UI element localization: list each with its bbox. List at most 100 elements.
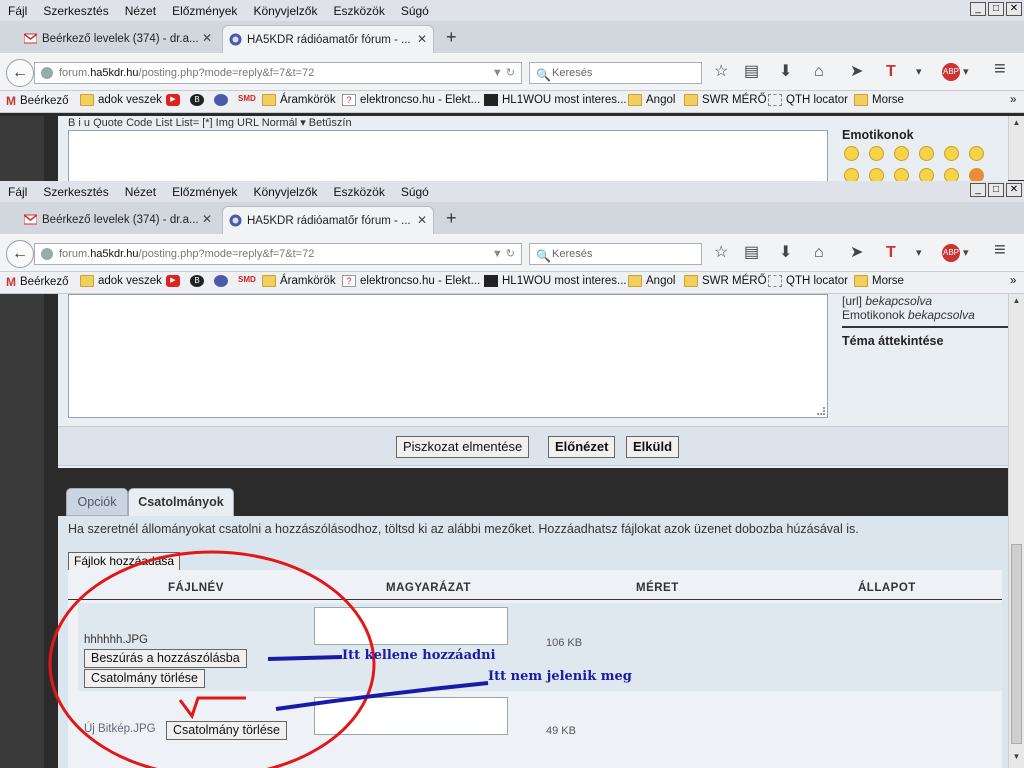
- bookmark-youtube[interactable]: ▶: [166, 275, 184, 287]
- reader-icon[interactable]: ▤: [744, 244, 759, 262]
- back-button[interactable]: ←: [6, 59, 34, 87]
- bookmark-b[interactable]: B: [190, 94, 208, 106]
- close-icon[interactable]: ✕: [417, 32, 427, 46]
- scroll-up-icon[interactable]: ▲: [1011, 296, 1022, 308]
- menu-file[interactable]: Fájl: [8, 185, 27, 199]
- chevron-down-icon[interactable]: ▾: [916, 63, 922, 81]
- insert-into-post-button[interactable]: Beszúrás a hozzászólásba: [84, 649, 247, 668]
- attachment-description-input[interactable]: [314, 607, 508, 645]
- delete-attachment-button[interactable]: Csatolmány törlése: [166, 721, 287, 740]
- new-tab-icon[interactable]: +: [446, 208, 457, 229]
- search-input[interactable]: 🔍 Keresés: [529, 243, 702, 265]
- send-icon[interactable]: ➤: [850, 244, 863, 262]
- bookmark-smd[interactable]: SMD: [238, 275, 260, 287]
- bookmark-ha5kdr[interactable]: [214, 275, 232, 287]
- close-button[interactable]: ✕: [1006, 183, 1022, 197]
- menu-edit[interactable]: Szerkesztés: [43, 4, 108, 18]
- minimize-button[interactable]: _: [970, 2, 986, 16]
- download-icon[interactable]: ⬇: [779, 63, 792, 81]
- bookmark-morse[interactable]: Morse: [854, 94, 904, 106]
- add-files-button[interactable]: Fájlok hozzáadása: [68, 552, 181, 571]
- bookmarks-overflow-icon[interactable]: »: [1010, 94, 1016, 106]
- reload-icon[interactable]: ▼ ↻: [492, 244, 515, 264]
- smiley-icon[interactable]: [944, 168, 959, 182]
- bookmark-elektroncso[interactable]: ? elektroncso.hu - Elekt...: [342, 275, 480, 287]
- smiley-icon[interactable]: [969, 168, 984, 182]
- smiley-icon[interactable]: [894, 168, 909, 182]
- bookmark-swr-mero[interactable]: SWR MÉRŐ: [684, 275, 767, 287]
- bookmark-b[interactable]: B: [190, 275, 208, 287]
- menu-bookmarks[interactable]: Könyvjelzők: [253, 4, 317, 18]
- delete-attachment-button[interactable]: Csatolmány törlése: [84, 669, 205, 688]
- attachment-description-input[interactable]: [314, 697, 508, 735]
- star-icon[interactable]: ☆: [714, 63, 728, 81]
- bookmark-swr-mero[interactable]: SWR MÉRŐ: [684, 94, 767, 106]
- bookmark-youtube[interactable]: ▶: [166, 94, 184, 106]
- resize-handle[interactable]: [817, 407, 825, 415]
- scroll-up-icon[interactable]: ▲: [1011, 118, 1022, 130]
- message-textarea[interactable]: [68, 130, 828, 182]
- smiley-icon[interactable]: [869, 168, 884, 182]
- bookmark-angol[interactable]: Angol: [628, 275, 675, 287]
- scrollbar-thumb[interactable]: [1011, 544, 1022, 744]
- smiley-icon[interactable]: [969, 146, 984, 161]
- search-input[interactable]: 🔍 Keresés: [529, 62, 702, 84]
- reader-icon[interactable]: ▤: [744, 63, 759, 81]
- menu-help[interactable]: Súgó: [401, 4, 429, 18]
- bookmark-hl1wou[interactable]: HL1WOU most interes...: [484, 275, 627, 287]
- menu-bookmarks[interactable]: Könyvjelzők: [253, 185, 317, 199]
- t-icon[interactable]: T: [886, 63, 896, 81]
- topic-overview-link[interactable]: Téma áttekintése: [842, 334, 1008, 348]
- chevron-down-icon[interactable]: ▾: [963, 63, 969, 81]
- message-textarea[interactable]: [68, 294, 828, 418]
- bookmark-adok-veszek[interactable]: adok veszek: [80, 94, 162, 106]
- adblock-icon[interactable]: ABP: [942, 63, 960, 81]
- smiley-icon[interactable]: [844, 146, 859, 161]
- download-icon[interactable]: ⬇: [779, 244, 792, 262]
- smiley-icon[interactable]: [919, 146, 934, 161]
- bookmark-ha5kdr[interactable]: [214, 94, 232, 106]
- smiley-icon[interactable]: [944, 146, 959, 161]
- tab-forum[interactable]: HA5KDR rádióamatőr fórum - ... ✕: [222, 25, 434, 53]
- menu-help[interactable]: Súgó: [401, 185, 429, 199]
- bookmark-gmail[interactable]: M Beérkező: [6, 275, 69, 289]
- save-draft-button[interactable]: Piszkozat elmentése: [396, 436, 530, 458]
- smiley-icon[interactable]: [894, 146, 909, 161]
- bookmark-qth-locator[interactable]: QTH locator: [768, 275, 848, 287]
- tab-forum[interactable]: HA5KDR rádióamatőr fórum - ... ✕: [222, 206, 434, 234]
- menu-icon[interactable]: ≡: [994, 59, 1006, 79]
- menu-icon[interactable]: ≡: [994, 240, 1006, 260]
- menu-edit[interactable]: Szerkesztés: [43, 185, 108, 199]
- tab-gmail[interactable]: Beérkező levelek (374) - dr.a... ✕: [18, 206, 218, 234]
- menu-tools[interactable]: Eszközök: [333, 185, 384, 199]
- reload-icon[interactable]: ▼ ↻: [492, 63, 515, 83]
- bookmark-aramkorok[interactable]: Áramkörök: [262, 94, 336, 106]
- bookmark-gmail[interactable]: M Beérkező: [6, 94, 69, 108]
- close-icon[interactable]: ✕: [202, 212, 212, 226]
- back-button[interactable]: ←: [6, 240, 34, 268]
- menu-file[interactable]: Fájl: [8, 4, 27, 18]
- bookmark-qth-locator[interactable]: QTH locator: [768, 94, 848, 106]
- preview-button[interactable]: Előnézet: [548, 436, 616, 458]
- menu-view[interactable]: Nézet: [125, 185, 156, 199]
- bbcode-toolbar[interactable]: B i u Quote Code List List= [*] Img URL …: [68, 116, 352, 128]
- bookmark-morse[interactable]: Morse: [854, 275, 904, 287]
- bookmark-angol[interactable]: Angol: [628, 94, 675, 106]
- tab-options[interactable]: Opciók: [66, 488, 128, 516]
- menu-history[interactable]: Előzmények: [172, 185, 237, 199]
- star-icon[interactable]: ☆: [714, 244, 728, 262]
- menu-tools[interactable]: Eszközök: [333, 4, 384, 18]
- close-icon[interactable]: ✕: [417, 213, 427, 227]
- maximize-button[interactable]: □: [988, 2, 1004, 16]
- smiley-icon[interactable]: [869, 146, 884, 161]
- bookmark-adok-veszek[interactable]: adok veszek: [80, 275, 162, 287]
- smiley-icon[interactable]: [844, 168, 859, 182]
- adblock-icon[interactable]: ABP: [942, 244, 960, 262]
- scroll-down-icon[interactable]: ▼: [1011, 752, 1022, 764]
- menu-history[interactable]: Előzmények: [172, 4, 237, 18]
- tab-gmail[interactable]: Beérkező levelek (374) - dr.a... ✕: [18, 25, 218, 53]
- bookmarks-overflow-icon[interactable]: »: [1010, 275, 1016, 287]
- bookmark-smd[interactable]: SMD: [238, 94, 260, 106]
- chevron-down-icon[interactable]: ▾: [916, 244, 922, 262]
- bookmark-aramkorok[interactable]: Áramkörök: [262, 275, 336, 287]
